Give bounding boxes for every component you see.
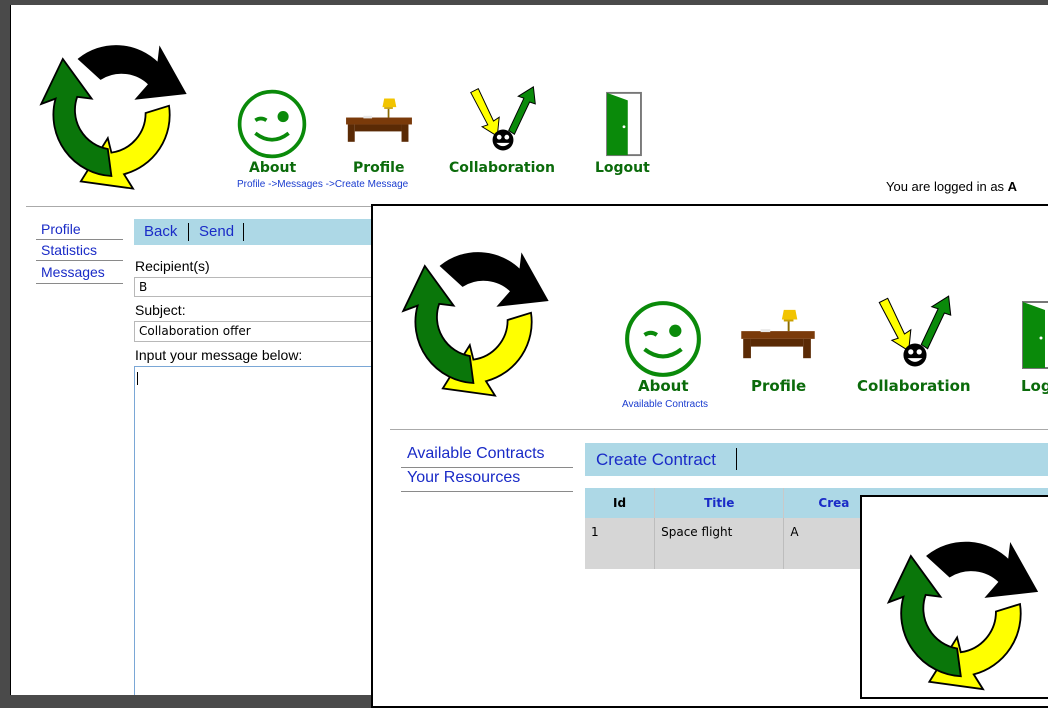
message-label: Input your message below: xyxy=(135,347,303,363)
nav-logout[interactable]: Log xyxy=(1021,377,1048,395)
sidebar-item-available-contracts[interactable]: Available Contracts xyxy=(407,445,545,463)
sidebar-item-profile[interactable]: Profile xyxy=(41,221,81,237)
send-button[interactable]: Send xyxy=(199,223,234,240)
logout-door-icon[interactable] xyxy=(604,91,644,157)
profile-desk-icon[interactable] xyxy=(739,306,817,364)
sidebar-divider xyxy=(36,260,123,261)
toolbar-separator xyxy=(243,223,244,241)
nav-logout[interactable]: Logout xyxy=(595,160,650,176)
breadcrumb[interactable]: Available Contracts xyxy=(622,399,708,410)
nav-about[interactable]: About xyxy=(249,160,296,176)
message-textarea[interactable] xyxy=(134,366,396,695)
text-caret xyxy=(137,372,138,385)
about-smiley-icon[interactable] xyxy=(235,87,309,161)
back-button[interactable]: Back xyxy=(144,223,177,240)
recipients-input[interactable]: B xyxy=(134,277,396,297)
collaboration-icon[interactable] xyxy=(465,83,541,159)
nav-profile[interactable]: Profile xyxy=(751,377,806,395)
recipients-label: Recipient(s) xyxy=(135,258,210,274)
cell-id: 1 xyxy=(585,518,656,569)
column-header-title[interactable]: Title xyxy=(654,488,785,518)
breadcrumb[interactable]: Profile ->Messages ->Create Message xyxy=(237,179,408,190)
collaboration-icon[interactable] xyxy=(873,292,957,376)
logout-door-icon[interactable] xyxy=(1019,300,1048,370)
sidebar-divider xyxy=(36,283,123,284)
subject-input[interactable]: Collaboration offer xyxy=(134,321,396,342)
recycle-logo xyxy=(25,23,205,203)
nav-collaboration[interactable]: Collaboration xyxy=(857,377,971,395)
login-username: A xyxy=(1007,179,1018,194)
message-toolbar: Back Send xyxy=(134,219,394,245)
recycle-logo xyxy=(387,230,567,410)
sidebar-item-statistics[interactable]: Statistics xyxy=(41,242,97,258)
about-smiley-icon[interactable] xyxy=(622,298,704,380)
nav-profile[interactable]: Profile xyxy=(353,160,404,176)
sidebar-divider xyxy=(401,491,573,492)
nav-about[interactable]: About xyxy=(638,377,689,395)
toolbar-separator xyxy=(188,223,189,241)
subject-label: Subject: xyxy=(135,302,186,318)
header-divider xyxy=(390,429,1048,430)
login-status: You are logged in as A xyxy=(886,179,1017,194)
nested-window xyxy=(860,495,1048,699)
column-header-id[interactable]: Id xyxy=(585,488,656,518)
contracts-toolbar: Create Contract xyxy=(585,443,1048,476)
nav-collaboration[interactable]: Collaboration xyxy=(449,160,555,176)
sidebar-divider xyxy=(401,467,573,468)
login-status-prefix: You are logged in as xyxy=(886,179,1008,194)
profile-desk-icon[interactable] xyxy=(344,95,414,147)
sidebar-item-messages[interactable]: Messages xyxy=(41,264,105,280)
create-contract-button[interactable]: Create Contract xyxy=(596,450,716,470)
sidebar-item-your-resources[interactable]: Your Resources xyxy=(407,469,520,487)
recycle-logo xyxy=(872,519,1048,699)
cell-title: Space flight xyxy=(654,518,785,569)
sidebar-divider xyxy=(36,239,123,240)
toolbar-separator xyxy=(736,448,737,470)
